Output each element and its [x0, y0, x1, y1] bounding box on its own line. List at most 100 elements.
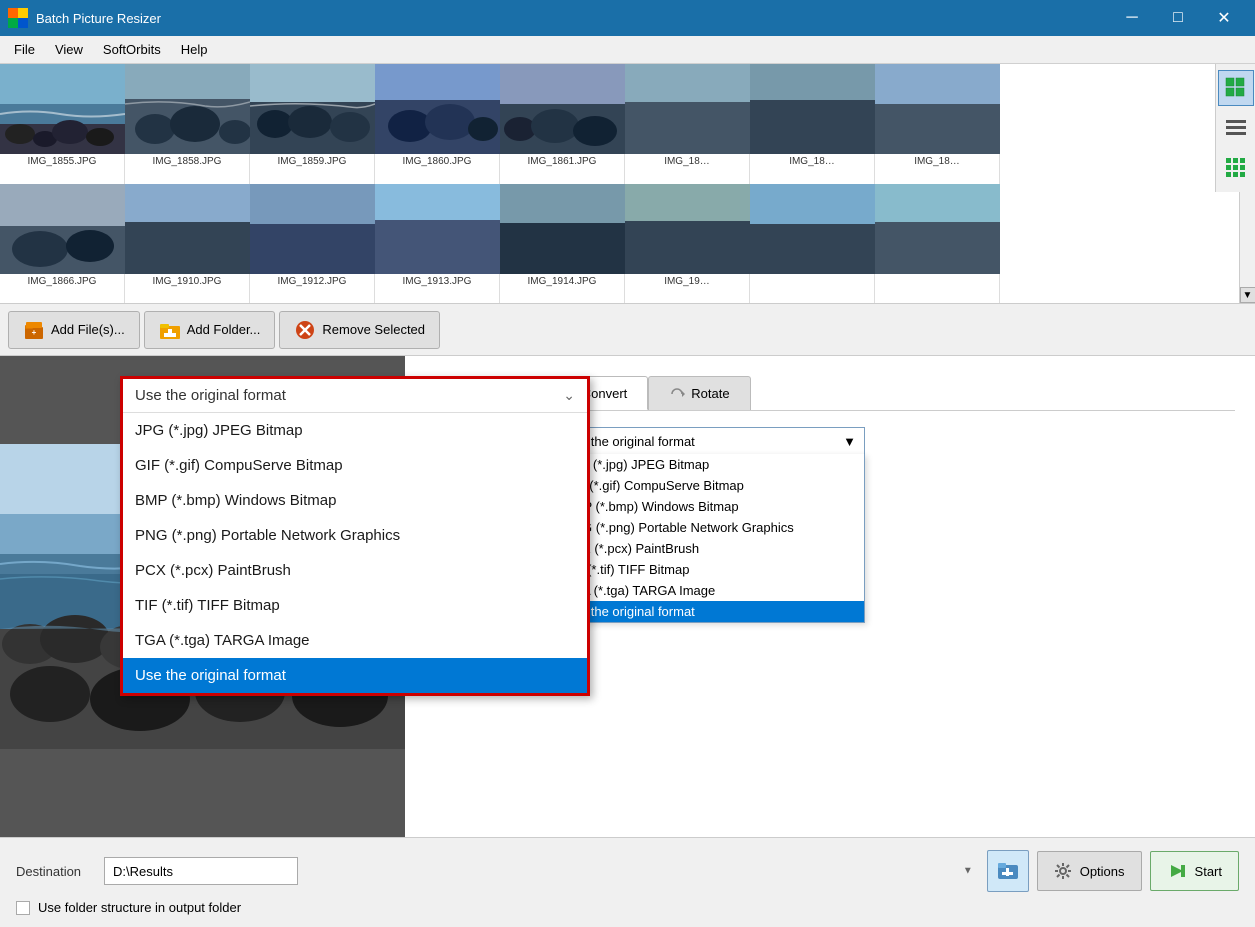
format-option-pcx[interactable]: PCX (*.pcx) PaintBrush: [556, 538, 864, 559]
format-option-tif[interactable]: TIF (*.tif) TIFF Bitmap: [556, 559, 864, 580]
big-list-item-tif[interactable]: TIF (*.tif) TIFF Bitmap: [123, 588, 587, 623]
big-list-item-gif[interactable]: GIF (*.gif) CompuServe Bitmap: [123, 448, 587, 483]
thumbnail-item[interactable]: IMG_18…: [875, 64, 1000, 184]
big-dropdown-header-text: Use the original format: [135, 387, 286, 404]
destination-label: Destination: [16, 864, 96, 879]
thumbnail-item[interactable]: IMG_19…: [625, 184, 750, 304]
menu-help[interactable]: Help: [171, 38, 218, 61]
thumb-label: IMG_1860.JPG: [403, 154, 472, 169]
big-list-item-original[interactable]: Use the original format: [123, 658, 587, 693]
main-content: IMG_1855.JPG: [0, 64, 1255, 927]
folder-structure-checkbox[interactable]: [16, 901, 30, 915]
maximize-button[interactable]: □: [1155, 0, 1201, 36]
start-label: Start: [1195, 864, 1222, 879]
bottom-bar: Destination ▼: [0, 837, 1255, 927]
format-option-gif[interactable]: GIF (*.gif) CompuServe Bitmap: [556, 475, 864, 496]
toolbar-row: + Add File(s)... Add Folder...: [0, 304, 1255, 356]
window-controls: ─ □ ✕: [1109, 0, 1247, 36]
big-dropdown-header[interactable]: Use the original format ⌄: [123, 379, 587, 413]
thumbnail-item[interactable]: IMG_1913.JPG: [375, 184, 500, 304]
thumbnail-item[interactable]: IMG_1858.JPG: [125, 64, 250, 184]
add-folder-icon: [159, 319, 181, 341]
thumbnail-item[interactable]: IMG_1914.JPG: [500, 184, 625, 304]
thumbnail-item[interactable]: IMG_1859.JPG: [250, 64, 375, 184]
thumb-label: IMG_1859.JPG: [278, 154, 347, 169]
format-dropdown-list: JPG (*.jpg) JPEG Bitmap GIF (*.gif) Comp…: [555, 454, 865, 623]
thumb-label: IMG_1861.JPG: [528, 154, 597, 169]
thumbnail-item[interactable]: IMG_18…: [625, 64, 750, 184]
format-option-tga[interactable]: TGA (*.tga) TARGA Image: [556, 580, 864, 601]
thumbnail-item[interactable]: IMG_18…: [750, 64, 875, 184]
view-thumbnails-button[interactable]: [1218, 70, 1254, 106]
thumbnail-item[interactable]: IMG_1861.JPG: [500, 64, 625, 184]
remove-selected-button[interactable]: Remove Selected: [279, 311, 440, 349]
thumbnail-scroll-area: IMG_1855.JPG: [0, 64, 1239, 303]
thumbnail-item[interactable]: IMG_1910.JPG: [125, 184, 250, 304]
title-bar: Batch Picture Resizer ─ □ ✕: [0, 0, 1255, 36]
browse-destination-button[interactable]: [987, 850, 1029, 892]
remove-selected-icon: [294, 319, 316, 341]
close-button[interactable]: ✕: [1201, 0, 1247, 36]
format-option-bmp[interactable]: BMP (*.bmp) Windows Bitmap: [556, 496, 864, 517]
thumbnail-item[interactable]: IMG_1855.JPG: [0, 64, 125, 184]
options-label: Options: [1080, 864, 1125, 879]
svg-text:+: +: [32, 328, 37, 337]
add-files-button[interactable]: + Add File(s)...: [8, 311, 140, 349]
thumbnail-item[interactable]: IMG_1860.JPG: [375, 64, 500, 184]
thumb-label: IMG_1914.JPG: [528, 274, 597, 289]
format-control: Use the original format ▼ JPG (*.jpg) JP…: [555, 427, 1235, 455]
destination-row: Destination ▼: [16, 850, 1239, 892]
menu-view[interactable]: View: [45, 38, 93, 61]
thumb-label: IMG_1866.JPG: [28, 274, 97, 289]
scroll-down-arrow[interactable]: ▼: [1240, 287, 1255, 303]
format-option-jpg[interactable]: JPG (*.jpg) JPEG Bitmap: [556, 454, 864, 475]
thumbnail-item[interactable]: [750, 184, 875, 304]
thumb-label: IMG_1913.JPG: [403, 274, 472, 289]
folder-structure-row: Use folder structure in output folder: [16, 900, 1239, 915]
thumb-label: IMG_18…: [664, 154, 710, 169]
big-dropdown-chevron-icon: ⌄: [563, 387, 575, 404]
thumbnail-item[interactable]: IMG_1912.JPG: [250, 184, 375, 304]
tab-rotate[interactable]: Rotate: [648, 376, 750, 410]
view-list-button[interactable]: [1218, 110, 1254, 146]
add-files-icon: +: [23, 319, 45, 341]
tab-rotate-label: Rotate: [691, 386, 729, 401]
menu-softorbits[interactable]: SoftOrbits: [93, 38, 171, 61]
start-button[interactable]: Start: [1150, 851, 1239, 891]
thumb-label: IMG_1858.JPG: [153, 154, 222, 169]
big-list-item-jpg[interactable]: JPG (*.jpg) JPEG Bitmap: [123, 413, 587, 448]
destination-input[interactable]: [104, 857, 298, 885]
view-grid-button[interactable]: [1218, 150, 1254, 186]
thumb-label: IMG_18…: [914, 154, 960, 169]
add-folder-label: Add Folder...: [187, 322, 261, 337]
add-folder-button[interactable]: Add Folder...: [144, 311, 276, 349]
destination-input-container: ▼: [104, 857, 979, 885]
format-dropdown-trigger[interactable]: Use the original format ▼: [555, 427, 865, 455]
thumb-label: IMG_1912.JPG: [278, 274, 347, 289]
destination-dropdown-arrow: ▼: [963, 866, 973, 877]
big-list-item-pcx[interactable]: PCX (*.pcx) PaintBrush: [123, 553, 587, 588]
thumbnail-item[interactable]: [875, 184, 1000, 304]
app-title: Batch Picture Resizer: [36, 11, 1109, 26]
format-option-png[interactable]: PNG (*.png) Portable Network Graphics: [556, 517, 864, 538]
thumb-label: IMG_1855.JPG: [28, 154, 97, 169]
gear-icon: [1054, 862, 1072, 880]
add-files-label: Add File(s)...: [51, 322, 125, 337]
right-toolbar: [1215, 64, 1255, 192]
options-button[interactable]: Options: [1037, 851, 1142, 891]
big-list-item-tga[interactable]: TGA (*.tga) TARGA Image: [123, 623, 587, 658]
big-list-item-bmp[interactable]: BMP (*.bmp) Windows Bitmap: [123, 483, 587, 518]
menu-bar: File View SoftOrbits Help: [0, 36, 1255, 64]
menu-file[interactable]: File: [4, 38, 45, 61]
work-area: Resize Convert Rot: [0, 356, 1255, 837]
app-icon: [8, 8, 28, 28]
format-option-original[interactable]: Use the original format: [556, 601, 864, 622]
start-arrow-icon: [1167, 861, 1187, 881]
thumbnail-item[interactable]: IMG_1866.JPG: [0, 184, 125, 304]
big-list-item-png[interactable]: PNG (*.png) Portable Network Graphics: [123, 518, 587, 553]
big-dropdown-list: JPG (*.jpg) JPEG Bitmap GIF (*.gif) Comp…: [123, 413, 587, 693]
minimize-button[interactable]: ─: [1109, 0, 1155, 36]
format-dropdown-arrow: ▼: [843, 434, 856, 449]
thumb-label: IMG_1910.JPG: [153, 274, 222, 289]
folder-structure-label: Use folder structure in output folder: [38, 900, 241, 915]
